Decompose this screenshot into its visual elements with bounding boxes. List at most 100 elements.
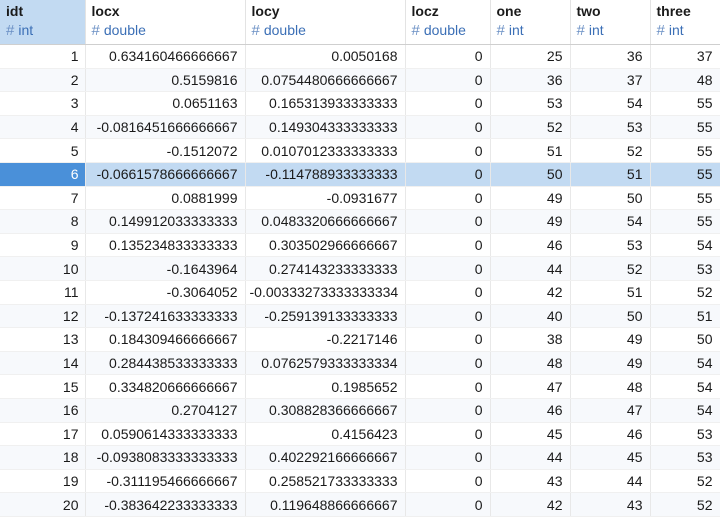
cell-three[interactable]: 55	[650, 186, 720, 211]
table-row[interactable]: 14 0.284438533333333 0.0762579333333334 0 48…	[0, 351, 720, 376]
cell-one[interactable]: 38	[490, 327, 571, 352]
row-id-cell[interactable]: 10	[0, 256, 86, 281]
table-row[interactable]: 20 -0.383642233333333 0.119648866666667 0 42…	[0, 492, 720, 517]
cell-locx[interactable]: -0.383642233333333	[85, 492, 246, 517]
cell-two[interactable]: 46	[570, 422, 651, 447]
cell-locx[interactable]: 0.284438533333333	[85, 351, 246, 376]
row-id-cell[interactable]: 5	[0, 138, 86, 163]
cell-one[interactable]: 42	[490, 492, 571, 517]
cell-one[interactable]: 46	[490, 233, 571, 258]
cell-three[interactable]: 52	[650, 492, 720, 517]
cell-locz[interactable]: 0	[405, 304, 491, 329]
cell-locy[interactable]: 0.402292166666667	[245, 445, 406, 470]
cell-three[interactable]: 53	[650, 422, 720, 447]
cell-locx[interactable]: -0.0661578666666667	[85, 162, 246, 187]
cell-two[interactable]: 49	[570, 351, 651, 376]
cell-locy[interactable]: 0.165313933333333	[245, 91, 406, 116]
cell-locz[interactable]: 0	[405, 44, 491, 69]
cell-locy[interactable]: 0.0754480666666667	[245, 68, 406, 93]
cell-two[interactable]: 43	[570, 492, 651, 517]
cell-one[interactable]: 43	[490, 469, 571, 494]
cell-locx[interactable]: 0.5159816	[85, 68, 246, 93]
row-id-cell[interactable]: 7	[0, 186, 86, 211]
table-row[interactable]: 12 -0.137241633333333 -0.259139133333333 0 4…	[0, 304, 720, 329]
cell-three[interactable]: 37	[650, 44, 720, 69]
cell-locy[interactable]: -0.2217146	[245, 327, 406, 352]
cell-two[interactable]: 49	[570, 327, 651, 352]
cell-three[interactable]: 52	[650, 280, 720, 305]
cell-locz[interactable]: 0	[405, 91, 491, 116]
cell-three[interactable]: 52	[650, 469, 720, 494]
cell-one[interactable]: 25	[490, 44, 571, 69]
cell-locy[interactable]: 0.308828366666667	[245, 398, 406, 423]
table-row[interactable]: 2 0.5159816 0.0754480666666667 0 36 37 48	[0, 68, 720, 93]
row-id-cell[interactable]: 2	[0, 68, 86, 93]
cell-two[interactable]: 48	[570, 374, 651, 399]
cell-locx[interactable]: 0.634160466666667	[85, 44, 246, 69]
row-id-cell[interactable]: 9	[0, 233, 86, 258]
row-id-cell[interactable]: 3	[0, 91, 86, 116]
table-row[interactable]: 11 -0.3064052 -0.00333273333333334 0 42 51 52	[0, 280, 720, 305]
cell-locz[interactable]: 0	[405, 68, 491, 93]
row-id-cell[interactable]: 18	[0, 445, 86, 470]
cell-locx[interactable]: 0.0590614333333333	[85, 422, 246, 447]
cell-three[interactable]: 55	[650, 91, 720, 116]
cell-locy[interactable]: -0.00333273333333334	[245, 280, 406, 305]
cell-three[interactable]: 54	[650, 374, 720, 399]
cell-locz[interactable]: 0	[405, 280, 491, 305]
row-id-cell[interactable]: 6	[0, 162, 86, 187]
row-id-cell[interactable]: 16	[0, 398, 86, 423]
cell-locy[interactable]: 0.0762579333333334	[245, 351, 406, 376]
cell-locx[interactable]: 0.334820666666667	[85, 374, 246, 399]
cell-one[interactable]: 49	[490, 209, 571, 234]
cell-two[interactable]: 50	[570, 186, 651, 211]
cell-locy[interactable]: 0.303502966666667	[245, 233, 406, 258]
row-id-cell[interactable]: 1	[0, 44, 86, 69]
cell-locy[interactable]: 0.1985652	[245, 374, 406, 399]
cell-one[interactable]: 46	[490, 398, 571, 423]
cell-three[interactable]: 53	[650, 256, 720, 281]
cell-two[interactable]: 53	[570, 233, 651, 258]
cell-one[interactable]: 53	[490, 91, 571, 116]
cell-three[interactable]: 55	[650, 138, 720, 163]
cell-two[interactable]: 47	[570, 398, 651, 423]
cell-locz[interactable]: 0	[405, 492, 491, 517]
row-id-cell[interactable]: 13	[0, 327, 86, 352]
cell-locy[interactable]: 0.119648866666667	[245, 492, 406, 517]
row-id-cell[interactable]: 15	[0, 374, 86, 399]
cell-three[interactable]: 48	[650, 68, 720, 93]
table-row[interactable]: 8 0.149912033333333 0.0483320666666667 0 49 5…	[0, 209, 720, 234]
cell-locy[interactable]: -0.259139133333333	[245, 304, 406, 329]
cell-one[interactable]: 42	[490, 280, 571, 305]
table-row[interactable]: 19 -0.311195466666667 0.258521733333333 0 43…	[0, 469, 720, 494]
cell-two[interactable]: 51	[570, 162, 651, 187]
cell-locy[interactable]: 0.0050168	[245, 44, 406, 69]
table-row[interactable]: 6 -0.0661578666666667 -0.114788933333333 0 5…	[0, 162, 720, 187]
cell-one[interactable]: 52	[490, 115, 571, 140]
cell-one[interactable]: 40	[490, 304, 571, 329]
row-id-cell[interactable]: 17	[0, 422, 86, 447]
cell-three[interactable]: 54	[650, 398, 720, 423]
table-row[interactable]: 4 -0.0816451666666667 0.149304333333333 0 52…	[0, 115, 720, 140]
cell-locx[interactable]: -0.0816451666666667	[85, 115, 246, 140]
column-header-idt[interactable]: idt # int	[0, 0, 86, 45]
cell-three[interactable]: 54	[650, 351, 720, 376]
cell-one[interactable]: 36	[490, 68, 571, 93]
cell-locy[interactable]: 0.4156423	[245, 422, 406, 447]
data-grid[interactable]: idt # int locx # double locy # double locz # double…	[0, 0, 720, 517]
cell-two[interactable]: 51	[570, 280, 651, 305]
column-header-two[interactable]: two # int	[570, 0, 651, 45]
cell-locz[interactable]: 0	[405, 422, 491, 447]
table-row[interactable]: 7 0.0881999 -0.0931677 0 49 50 55	[0, 186, 720, 211]
cell-one[interactable]: 49	[490, 186, 571, 211]
cell-locz[interactable]: 0	[405, 398, 491, 423]
cell-one[interactable]: 44	[490, 256, 571, 281]
column-header-three[interactable]: three # int	[650, 0, 720, 45]
cell-locz[interactable]: 0	[405, 138, 491, 163]
cell-locz[interactable]: 0	[405, 374, 491, 399]
row-id-cell[interactable]: 19	[0, 469, 86, 494]
cell-two[interactable]: 53	[570, 115, 651, 140]
cell-locx[interactable]: -0.0938083333333333	[85, 445, 246, 470]
cell-two[interactable]: 54	[570, 209, 651, 234]
cell-two[interactable]: 36	[570, 44, 651, 69]
